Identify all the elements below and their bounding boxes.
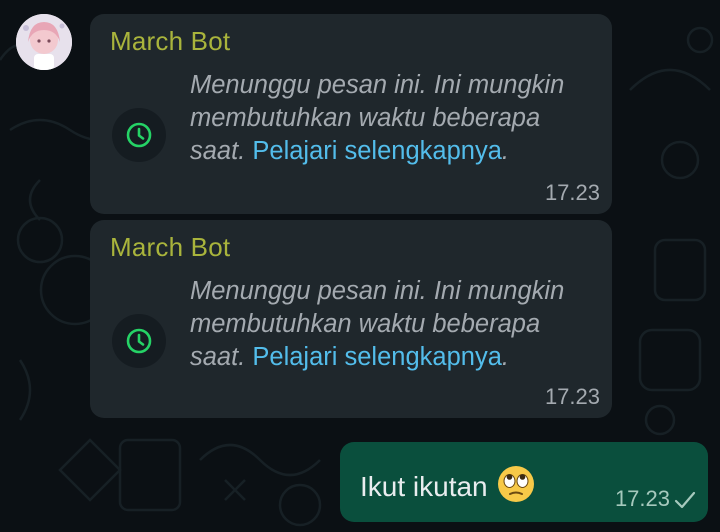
clock-icon [126,328,152,354]
bot-avatar-image [16,14,72,70]
period: . [501,137,509,165]
chat-view: March Bot Menunggu pesan ini. Ini mungki… [0,0,720,532]
incoming-message[interactable]: March Bot Menunggu pesan ini. Ini mungki… [90,14,612,214]
incoming-message[interactable]: March Bot Menunggu pesan ini. Ini mungki… [90,220,612,418]
waiting-message-text: Menunggu pesan ini. Ini mungkin membutuh… [190,275,590,374]
message-time: 17.23 [614,486,670,511]
avatar[interactable] [16,14,72,70]
clock-icon [126,122,152,148]
learn-more-link[interactable]: Pelajari selengkapnya [252,137,502,165]
period: . [501,343,509,371]
outgoing-message-text: Ikut ikutan [360,471,488,502]
waiting-message-text: Menunggu pesan ini. Ini mungkin membutuh… [190,69,590,168]
pending-indicator [112,314,166,368]
sender-name[interactable]: March Bot [110,26,230,57]
check-icon [674,491,696,509]
message-time: 17.23 [544,180,600,205]
outgoing-message[interactable]: Ikut ikutan 17.23 [340,442,708,522]
rolling-eyes-emoji-icon [496,464,536,504]
message-time: 17.23 [544,384,600,409]
pending-indicator [112,108,166,162]
outgoing-message-body: Ikut ikutan [360,464,536,504]
sender-name[interactable]: March Bot [110,232,230,263]
learn-more-link[interactable]: Pelajari selengkapnya [252,343,502,371]
